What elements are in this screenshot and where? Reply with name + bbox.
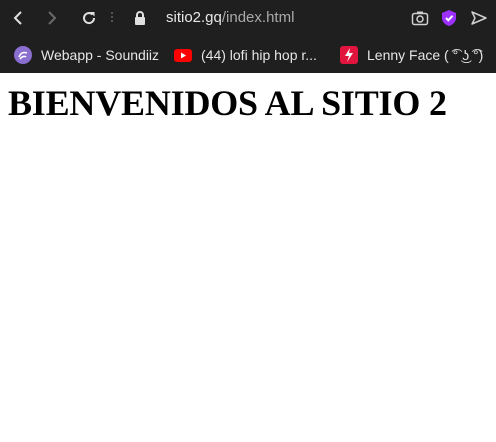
shield-icon [442,10,456,26]
url-domain: sitio2.gq [166,9,222,26]
send-arrow-icon [471,11,487,25]
lock-icon[interactable] [128,6,152,30]
lenny-face-icon [340,46,358,64]
back-button[interactable] [6,6,30,30]
bookmark-lenny-face[interactable]: Lenny Face ( ͡° ͜ʖ ͡°) [340,45,483,65]
back-arrow-icon [13,11,22,25]
page-content: BIENVENIDOS AL SITIO 2 [0,73,496,124]
bookmark-label: Webapp - Soundiiz [41,47,160,63]
soundiiz-icon [14,46,32,64]
browser-chrome: sitio2.gq/index.html Webapp - Soundiiz (… [0,0,496,73]
camera-button[interactable] [408,6,432,30]
bookmark-label: Lenny Face ( ͡° ͜ʖ ͡°) [367,47,484,63]
youtube-icon [174,46,192,64]
bookmark-lofi[interactable]: (44) lofi hip hop r... [174,45,317,65]
bookmark-label: (44) lofi hip hop r... [201,47,317,63]
forward-arrow-icon [48,11,57,25]
shield-button[interactable] [437,6,461,30]
camera-icon [411,11,429,26]
divider-dots [110,10,114,26]
reload-icon [83,12,96,25]
reload-button[interactable] [77,6,101,30]
send-button[interactable] [467,6,491,30]
bookmark-soundiiz[interactable]: Webapp - Soundiiz [14,45,159,65]
forward-button[interactable] [40,6,64,30]
address-bar[interactable]: sitio2.gq/index.html [166,8,294,28]
bookmarks-bar: Webapp - Soundiiz (44) lofi hip hop r...… [0,37,496,73]
url-path: /index.html [221,9,295,26]
page-heading: BIENVENIDOS AL SITIO 2 [8,83,447,123]
toolbar: sitio2.gq/index.html [0,0,496,37]
